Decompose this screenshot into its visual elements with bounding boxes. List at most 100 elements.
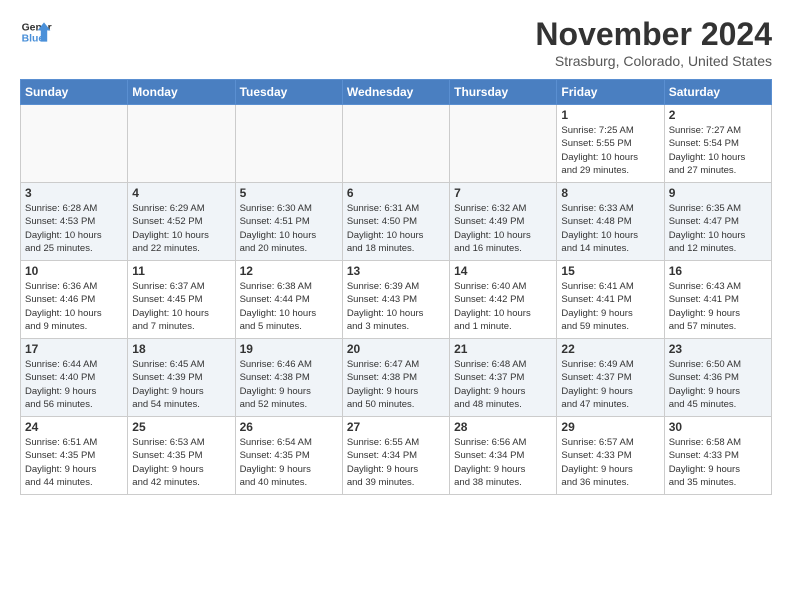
day-info: Sunrise: 6:38 AM Sunset: 4:44 PM Dayligh… (240, 280, 338, 333)
header: General Blue November 2024 Strasburg, Co… (20, 16, 772, 69)
calendar-cell: 21 Sunrise: 6:48 AM Sunset: 4:37 PM Dayli… (450, 339, 557, 417)
location: Strasburg, Colorado, United States (535, 53, 772, 69)
calendar-cell: 13 Sunrise: 6:39 AM Sunset: 4:43 PM Dayli… (342, 261, 449, 339)
calendar-cell: 27 Sunrise: 6:55 AM Sunset: 4:34 PM Dayli… (342, 417, 449, 495)
logo: General Blue (20, 16, 52, 48)
day-number: 17 (25, 342, 123, 356)
calendar-cell: 9Sunrise: 6:35 AM Sunset: 4:47 PM Daylig… (664, 183, 771, 261)
week-row-5: 24 Sunrise: 6:51 AM Sunset: 4:35 PM Dayli… (21, 417, 772, 495)
day-number: 16 (669, 264, 767, 278)
day-number: 28 (454, 420, 552, 434)
calendar-cell: 28 Sunrise: 6:56 AM Sunset: 4:34 PM Dayli… (450, 417, 557, 495)
title-area: November 2024 Strasburg, Colorado, Unite… (535, 16, 772, 69)
day-number: 8 (561, 186, 659, 200)
day-number: 2 (669, 108, 767, 122)
calendar-cell (342, 105, 449, 183)
day-number: 9 (669, 186, 767, 200)
week-row-3: 10Sunrise: 6:36 AM Sunset: 4:46 PM Dayli… (21, 261, 772, 339)
weekday-header-monday: Monday (128, 80, 235, 105)
day-info: Sunrise: 6:30 AM Sunset: 4:51 PM Dayligh… (240, 202, 338, 255)
day-number: 18 (132, 342, 230, 356)
calendar-cell: 1 Sunrise: 7:25 AM Sunset: 5:55 PM Daylig… (557, 105, 664, 183)
calendar-cell: 29Sunrise: 6:57 AM Sunset: 4:33 PM Dayli… (557, 417, 664, 495)
day-number: 24 (25, 420, 123, 434)
day-info: Sunrise: 6:39 AM Sunset: 4:43 PM Dayligh… (347, 280, 445, 333)
day-info: Sunrise: 6:43 AM Sunset: 4:41 PM Dayligh… (669, 280, 767, 333)
calendar-cell: 6Sunrise: 6:31 AM Sunset: 4:50 PM Daylig… (342, 183, 449, 261)
day-info: Sunrise: 6:28 AM Sunset: 4:53 PM Dayligh… (25, 202, 123, 255)
weekday-header-row: SundayMondayTuesdayWednesdayThursdayFrid… (21, 80, 772, 105)
day-info: Sunrise: 6:29 AM Sunset: 4:52 PM Dayligh… (132, 202, 230, 255)
calendar-cell: 17 Sunrise: 6:44 AM Sunset: 4:40 PM Dayli… (21, 339, 128, 417)
page: General Blue November 2024 Strasburg, Co… (0, 0, 792, 612)
week-row-1: 1 Sunrise: 7:25 AM Sunset: 5:55 PM Daylig… (21, 105, 772, 183)
calendar-cell: 3 Sunrise: 6:28 AM Sunset: 4:53 PM Daylig… (21, 183, 128, 261)
day-number: 4 (132, 186, 230, 200)
day-number: 20 (347, 342, 445, 356)
day-number: 3 (25, 186, 123, 200)
day-number: 23 (669, 342, 767, 356)
day-info: Sunrise: 6:41 AM Sunset: 4:41 PM Dayligh… (561, 280, 659, 333)
calendar-cell: 19 Sunrise: 6:46 AM Sunset: 4:38 PM Dayli… (235, 339, 342, 417)
day-info: Sunrise: 6:48 AM Sunset: 4:37 PM Dayligh… (454, 358, 552, 411)
day-number: 19 (240, 342, 338, 356)
calendar-cell: 10Sunrise: 6:36 AM Sunset: 4:46 PM Dayli… (21, 261, 128, 339)
calendar-cell: 2Sunrise: 7:27 AM Sunset: 5:54 PM Daylig… (664, 105, 771, 183)
calendar-cell: 15 Sunrise: 6:41 AM Sunset: 4:41 PM Dayli… (557, 261, 664, 339)
week-row-4: 17 Sunrise: 6:44 AM Sunset: 4:40 PM Dayli… (21, 339, 772, 417)
calendar-cell: 5 Sunrise: 6:30 AM Sunset: 4:51 PM Daylig… (235, 183, 342, 261)
day-number: 25 (132, 420, 230, 434)
day-info: Sunrise: 6:45 AM Sunset: 4:39 PM Dayligh… (132, 358, 230, 411)
day-number: 26 (240, 420, 338, 434)
calendar-cell: 22 Sunrise: 6:49 AM Sunset: 4:37 PM Dayli… (557, 339, 664, 417)
calendar-cell: 24 Sunrise: 6:51 AM Sunset: 4:35 PM Dayli… (21, 417, 128, 495)
day-info: Sunrise: 6:46 AM Sunset: 4:38 PM Dayligh… (240, 358, 338, 411)
calendar-cell: 7Sunrise: 6:32 AM Sunset: 4:49 PM Daylig… (450, 183, 557, 261)
day-number: 14 (454, 264, 552, 278)
weekday-header-sunday: Sunday (21, 80, 128, 105)
weekday-header-thursday: Thursday (450, 80, 557, 105)
calendar-cell: 23 Sunrise: 6:50 AM Sunset: 4:36 PM Dayli… (664, 339, 771, 417)
weekday-header-saturday: Saturday (664, 80, 771, 105)
calendar-cell (21, 105, 128, 183)
day-number: 1 (561, 108, 659, 122)
day-number: 21 (454, 342, 552, 356)
day-info: Sunrise: 6:51 AM Sunset: 4:35 PM Dayligh… (25, 436, 123, 489)
month-title: November 2024 (535, 16, 772, 53)
day-info: Sunrise: 7:25 AM Sunset: 5:55 PM Dayligh… (561, 124, 659, 177)
weekday-header-tuesday: Tuesday (235, 80, 342, 105)
day-info: Sunrise: 6:33 AM Sunset: 4:48 PM Dayligh… (561, 202, 659, 255)
day-info: Sunrise: 6:47 AM Sunset: 4:38 PM Dayligh… (347, 358, 445, 411)
logo-icon: General Blue (20, 16, 52, 48)
calendar-cell: 16 Sunrise: 6:43 AM Sunset: 4:41 PM Dayli… (664, 261, 771, 339)
weekday-header-wednesday: Wednesday (342, 80, 449, 105)
day-number: 13 (347, 264, 445, 278)
calendar-cell: 26 Sunrise: 6:54 AM Sunset: 4:35 PM Dayli… (235, 417, 342, 495)
day-number: 22 (561, 342, 659, 356)
day-info: Sunrise: 6:54 AM Sunset: 4:35 PM Dayligh… (240, 436, 338, 489)
day-info: Sunrise: 6:53 AM Sunset: 4:35 PM Dayligh… (132, 436, 230, 489)
day-info: Sunrise: 6:50 AM Sunset: 4:36 PM Dayligh… (669, 358, 767, 411)
day-info: Sunrise: 6:49 AM Sunset: 4:37 PM Dayligh… (561, 358, 659, 411)
calendar-cell: 25 Sunrise: 6:53 AM Sunset: 4:35 PM Dayli… (128, 417, 235, 495)
calendar-cell: 18 Sunrise: 6:45 AM Sunset: 4:39 PM Dayli… (128, 339, 235, 417)
day-number: 27 (347, 420, 445, 434)
calendar-cell (450, 105, 557, 183)
day-number: 7 (454, 186, 552, 200)
day-number: 5 (240, 186, 338, 200)
day-info: Sunrise: 6:55 AM Sunset: 4:34 PM Dayligh… (347, 436, 445, 489)
day-number: 11 (132, 264, 230, 278)
calendar-cell: 4 Sunrise: 6:29 AM Sunset: 4:52 PM Daylig… (128, 183, 235, 261)
day-info: Sunrise: 6:56 AM Sunset: 4:34 PM Dayligh… (454, 436, 552, 489)
day-number: 15 (561, 264, 659, 278)
calendar-cell: 8 Sunrise: 6:33 AM Sunset: 4:48 PM Daylig… (557, 183, 664, 261)
calendar: SundayMondayTuesdayWednesdayThursdayFrid… (20, 79, 772, 495)
weekday-header-friday: Friday (557, 80, 664, 105)
week-row-2: 3 Sunrise: 6:28 AM Sunset: 4:53 PM Daylig… (21, 183, 772, 261)
calendar-cell (235, 105, 342, 183)
day-info: Sunrise: 6:44 AM Sunset: 4:40 PM Dayligh… (25, 358, 123, 411)
day-info: Sunrise: 6:36 AM Sunset: 4:46 PM Dayligh… (25, 280, 123, 333)
calendar-cell: 12Sunrise: 6:38 AM Sunset: 4:44 PM Dayli… (235, 261, 342, 339)
calendar-cell (128, 105, 235, 183)
calendar-cell: 30Sunrise: 6:58 AM Sunset: 4:33 PM Dayli… (664, 417, 771, 495)
